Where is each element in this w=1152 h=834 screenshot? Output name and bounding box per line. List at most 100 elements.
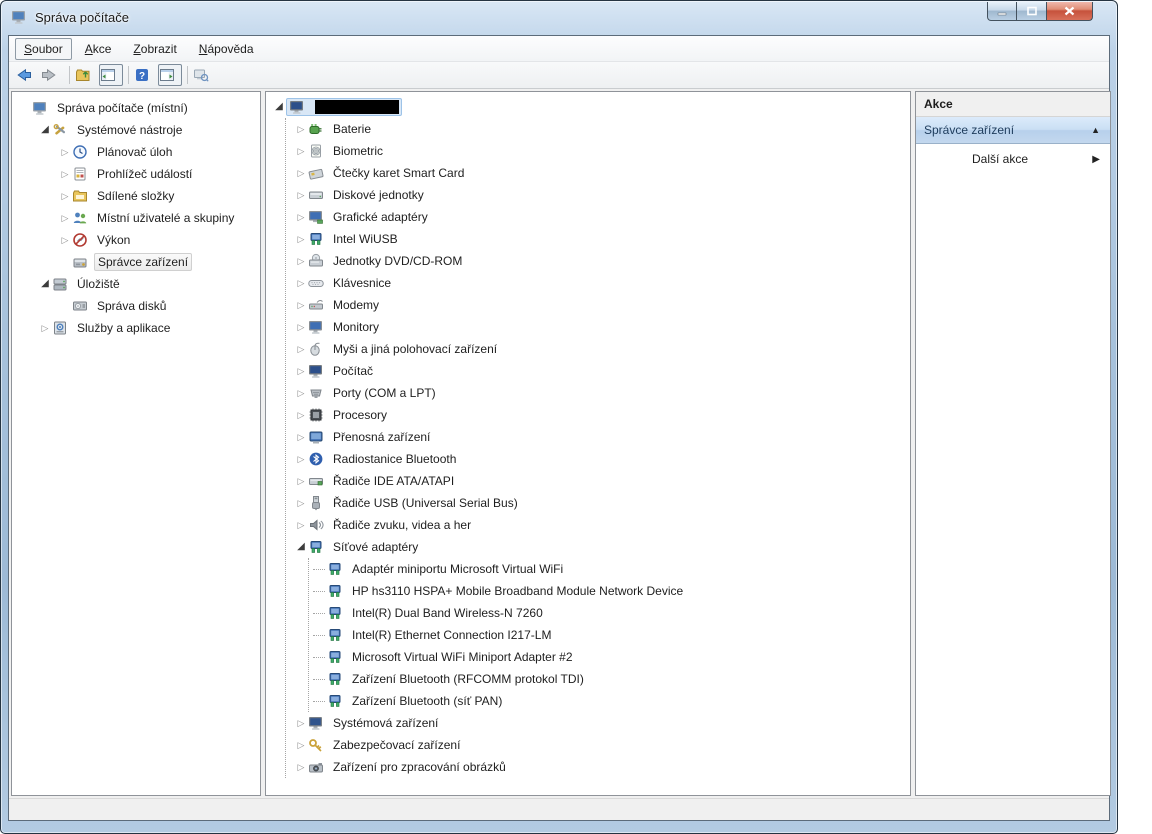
- expander-collapsed-icon[interactable]: ▷: [294, 118, 308, 140]
- sidebar-tree-item[interactable]: ▷Plánovač úloh: [12, 141, 260, 163]
- expander-collapsed-icon[interactable]: ▷: [294, 272, 308, 294]
- toolbar-button-properties-icon[interactable]: [192, 64, 216, 86]
- actions-section-header[interactable]: Správce zařízení ▲: [916, 117, 1110, 144]
- device-category-row[interactable]: ▷Řadiče zvuku, videa a her: [286, 514, 910, 536]
- expander-collapsed-icon[interactable]: ▷: [38, 317, 52, 339]
- device-category-row[interactable]: ▷Modemy: [286, 294, 910, 316]
- sidebar-tree-item[interactable]: ▷Sdílené složky: [12, 185, 260, 207]
- maximize-icon: [1026, 5, 1038, 17]
- device-row[interactable]: Intel(R) Dual Band Wireless-N 7260: [309, 602, 910, 624]
- device-category-row[interactable]: ▷Porty (COM a LPT): [286, 382, 910, 404]
- toolbar-button-forward-icon[interactable]: [40, 64, 64, 86]
- device-row[interactable]: HP hs3110 HSPA+ Mobile Broadband Module …: [309, 580, 910, 602]
- expander-collapsed-icon[interactable]: ▷: [294, 338, 308, 360]
- sidebar-tree-item[interactable]: ▷Výkon: [12, 229, 260, 251]
- minimize-button[interactable]: [987, 2, 1017, 21]
- device-row[interactable]: Zařízení Bluetooth (RFCOMM protokol TDI): [309, 668, 910, 690]
- device-category-row[interactable]: ▷Zařízení pro zpracování obrázků: [286, 756, 910, 778]
- device-category-row[interactable]: ▷Grafické adaptéry: [286, 206, 910, 228]
- expander-collapsed-icon[interactable]: ▷: [294, 250, 308, 272]
- sidebar-tree-item[interactable]: ◢Úložiště: [12, 273, 260, 295]
- device-row[interactable]: Zařízení Bluetooth (síť PAN): [309, 690, 910, 712]
- expander-collapsed-icon[interactable]: ▷: [58, 207, 72, 229]
- actions-item-dalsi-akce[interactable]: Další akce ▶: [916, 144, 1110, 174]
- expander-expanded-icon[interactable]: ◢: [38, 273, 52, 295]
- maximize-button[interactable]: [1017, 2, 1047, 21]
- device-category-row[interactable]: ▷Diskové jednotky: [286, 184, 910, 206]
- expander-collapsed-icon[interactable]: ▷: [294, 228, 308, 250]
- tree-connector: [313, 569, 325, 570]
- device-category-row[interactable]: ▷Zabezpečovací zařízení: [286, 734, 910, 756]
- device-category-row[interactable]: ▷ Systémová zařízení: [286, 712, 910, 734]
- device-category-row[interactable]: ▷Baterie: [286, 118, 910, 140]
- expander-collapsed-icon[interactable]: ▷: [294, 448, 308, 470]
- sidebar-tree-item[interactable]: ◢Systémové nástroje: [12, 119, 260, 141]
- expander-collapsed-icon[interactable]: ▷: [294, 734, 308, 756]
- menu-zobrazit[interactable]: Zobrazit: [124, 38, 185, 60]
- expander-collapsed-icon[interactable]: ▷: [294, 184, 308, 206]
- redacted-computer-name: [315, 100, 399, 114]
- menu-soubor[interactable]: Soubor: [15, 38, 72, 60]
- expander-expanded-icon[interactable]: ◢: [272, 96, 286, 118]
- toolbar-button-back-icon[interactable]: [15, 64, 39, 86]
- expander-collapsed-icon[interactable]: ▷: [294, 514, 308, 536]
- actions-panel: Akce Správce zařízení ▲ Další akce ▶: [915, 91, 1111, 796]
- device-category-row[interactable]: ▷Intel WiUSB: [286, 228, 910, 250]
- toolbar-button-help-icon[interactable]: ?: [133, 64, 157, 86]
- clock-icon: [72, 144, 88, 160]
- device-category-label: Čtečky karet Smart Card: [330, 165, 467, 181]
- expander-collapsed-icon[interactable]: ▷: [294, 360, 308, 382]
- expander-collapsed-icon[interactable]: ▷: [294, 382, 308, 404]
- expander-expanded-icon[interactable]: ◢: [294, 536, 308, 558]
- expander-collapsed-icon[interactable]: ▷: [294, 206, 308, 228]
- device-row[interactable]: Adaptér miniportu Microsoft Virtual WiFi: [309, 558, 910, 580]
- toolbar-button-action-pane-icon[interactable]: [158, 64, 182, 86]
- device-category-row[interactable]: ▷Monitory: [286, 316, 910, 338]
- chevron-up-icon[interactable]: ▲: [1091, 125, 1100, 135]
- expander-collapsed-icon[interactable]: ▷: [294, 404, 308, 426]
- device-category-row[interactable]: ▷ Čtečky karet Smart Card: [286, 162, 910, 184]
- device-tree-root[interactable]: ◢: [272, 96, 910, 118]
- expander-collapsed-icon[interactable]: ▷: [294, 756, 308, 778]
- expander-collapsed-icon[interactable]: ▷: [294, 712, 308, 734]
- close-button[interactable]: [1047, 2, 1093, 21]
- device-category-row[interactable]: ▷Radiostanice Bluetooth: [286, 448, 910, 470]
- expander-collapsed-icon[interactable]: ▷: [58, 163, 72, 185]
- device-row[interactable]: Microsoft Virtual WiFi Miniport Adapter …: [309, 646, 910, 668]
- device-category-label: Systémová zařízení: [330, 715, 441, 731]
- expander-expanded-icon[interactable]: ◢: [38, 119, 52, 141]
- sidebar-tree-item[interactable]: Správce zařízení: [12, 251, 260, 273]
- device-category-row[interactable]: ▷Řadiče USB (Universal Serial Bus): [286, 492, 910, 514]
- sidebar-tree-item[interactable]: Správa počítače (místní): [12, 97, 260, 119]
- sidebar-tree-item[interactable]: ▷Služby a aplikace: [12, 317, 260, 339]
- expander-collapsed-icon[interactable]: ▷: [58, 229, 72, 251]
- device-category-row[interactable]: ▷Biometric: [286, 140, 910, 162]
- device-category-row[interactable]: ▷Přenosná zařízení: [286, 426, 910, 448]
- expander-collapsed-icon[interactable]: ▷: [294, 294, 308, 316]
- expander-collapsed-icon[interactable]: ▷: [294, 426, 308, 448]
- sidebar-tree-item[interactable]: ▷Místní uživatelé a skupiny: [12, 207, 260, 229]
- device-row[interactable]: Intel(R) Ethernet Connection I217-LM: [309, 624, 910, 646]
- expander-collapsed-icon[interactable]: ▷: [58, 141, 72, 163]
- device-category-row[interactable]: ▷Myši a jiná polohovací zařízení: [286, 338, 910, 360]
- sidebar-tree-item[interactable]: Správa disků: [12, 295, 260, 317]
- expander-collapsed-icon[interactable]: ▷: [294, 162, 308, 184]
- expander-collapsed-icon[interactable]: ▷: [294, 140, 308, 162]
- titlebar[interactable]: Správa počítače: [1, 1, 1117, 35]
- menu-akce[interactable]: Akce: [76, 38, 121, 60]
- expander-collapsed-icon[interactable]: ▷: [294, 470, 308, 492]
- menu-napoveda[interactable]: Nápověda: [190, 38, 263, 60]
- expander-collapsed-icon[interactable]: ▷: [294, 316, 308, 338]
- expander-collapsed-icon[interactable]: ▷: [294, 492, 308, 514]
- device-category-row[interactable]: ▷Řadiče IDE ATA/ATAPI: [286, 470, 910, 492]
- device-category-row[interactable]: ▷Jednotky DVD/CD-ROM: [286, 250, 910, 272]
- device-category-label: Síťové adaptéry: [330, 539, 421, 555]
- sidebar-tree-item[interactable]: ▷Prohlížeč událostí: [12, 163, 260, 185]
- toolbar-button-up-folder-icon[interactable]: [74, 64, 98, 86]
- toolbar-button-console-tree-icon[interactable]: [99, 64, 123, 86]
- device-category-row[interactable]: ▷Procesory: [286, 404, 910, 426]
- device-category-row[interactable]: ▷Počítač: [286, 360, 910, 382]
- device-category-row[interactable]: ▷Klávesnice: [286, 272, 910, 294]
- device-category-row[interactable]: ◢ Síťové adaptéry: [286, 536, 910, 558]
- expander-collapsed-icon[interactable]: ▷: [58, 185, 72, 207]
